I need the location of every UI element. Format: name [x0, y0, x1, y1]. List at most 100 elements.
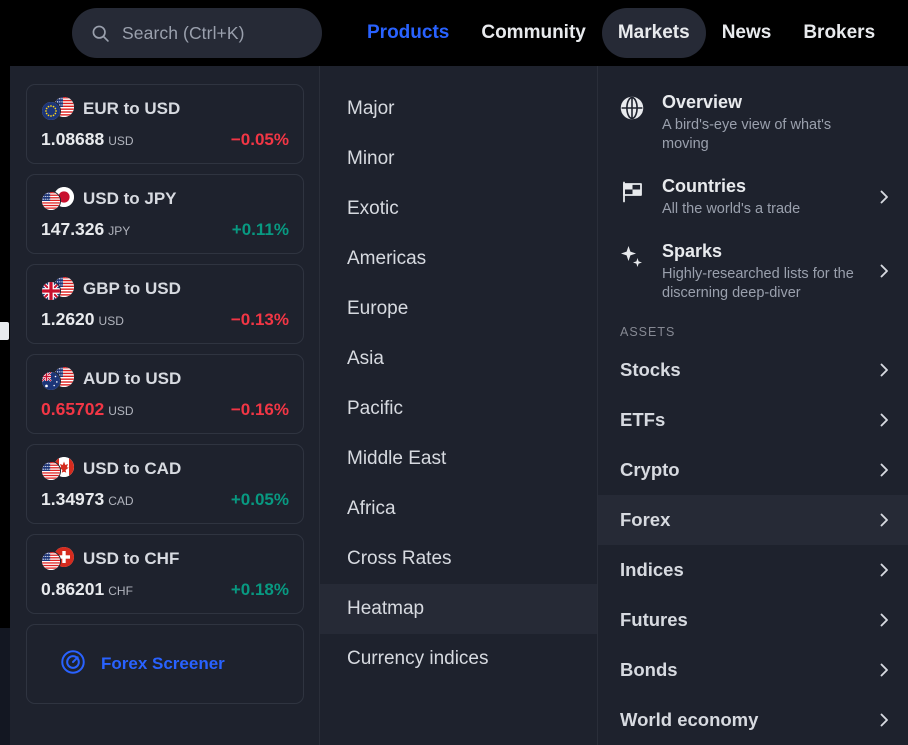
search-icon	[90, 23, 111, 44]
feature-subtitle: A bird's-eye view of what's moving	[662, 117, 832, 152]
quote-change-percent: +0.05%	[230, 490, 289, 509]
forex-screener-button[interactable]: Forex Screener	[26, 624, 304, 704]
top-navigation-bar: Search (Ctrl+K) Products Community Markets…	[0, 0, 908, 66]
assets-column: Overview A bird's-eye view of what's movi…	[598, 66, 908, 745]
asset-item-futures[interactable]: Futures	[598, 595, 908, 645]
nav-item-products[interactable]: Products	[351, 8, 465, 58]
feature-item-sparks[interactable]: Sparks Highly-researched lists for the di…	[598, 229, 908, 313]
nav-item-brokers[interactable]: Brokers	[787, 8, 891, 58]
quote-price: 1.2620	[41, 309, 95, 329]
forex-screener-label: Forex Screener	[101, 654, 225, 673]
flag-icon-us	[41, 551, 61, 571]
category-item-africa[interactable]: Africa	[320, 484, 598, 534]
category-item-americas[interactable]: Americas	[320, 234, 598, 284]
quote-currency: JPY	[108, 224, 131, 238]
quote-card[interactable]: USD to CHF 0.86201 CHF +0.18%	[26, 534, 304, 614]
quote-values: 147.326 JPY +0.11%	[41, 219, 289, 243]
quote-price: 0.65702	[41, 399, 105, 419]
scrollbar-thumb[interactable]	[0, 322, 9, 340]
quote-pair-name: USD to JPY	[83, 189, 177, 208]
asset-item-world-economy[interactable]: World economy	[598, 695, 908, 745]
category-item-cross-rates[interactable]: Cross Rates	[320, 534, 598, 584]
category-item-currency-indices[interactable]: Currency indices	[320, 634, 598, 684]
currency-pair-flags	[41, 457, 74, 481]
quote-currency: CAD	[108, 494, 134, 508]
quote-pair-name: USD to CAD	[83, 459, 182, 478]
quote-values: 1.08688 USD −0.05%	[41, 129, 289, 153]
forex-categories-column: Major Minor Exotic Americas Europe Asia Pacifi…	[320, 66, 598, 745]
sparkle-icon	[618, 243, 646, 271]
quote-header: AUD to USD	[41, 367, 289, 391]
category-item-pacific[interactable]: Pacific	[320, 384, 598, 434]
quote-card[interactable]: USD to JPY 147.326 JPY +0.11%	[26, 174, 304, 254]
category-item-major[interactable]: Major	[320, 84, 598, 134]
target-icon	[59, 648, 87, 681]
category-label: Pacific	[347, 398, 403, 419]
currency-pair-flags	[41, 97, 74, 121]
nav-item-label: Brokers	[803, 22, 876, 43]
flag-icon	[618, 178, 646, 206]
quote-change-percent: −0.16%	[230, 400, 289, 419]
quote-pair-name: GBP to USD	[83, 279, 181, 298]
category-item-middle-east[interactable]: Middle East	[320, 434, 598, 484]
category-label: Major	[347, 98, 395, 119]
search-input[interactable]: Search (Ctrl+K)	[72, 8, 322, 58]
quote-card[interactable]: GBP to USD 1.2620 USD −0.13%	[26, 264, 304, 344]
quote-currency: USD	[108, 134, 134, 148]
nav-item-news[interactable]: News	[706, 8, 788, 58]
quote-card[interactable]: USD to CAD 1.34973 CAD +0.05%	[26, 444, 304, 524]
category-label: Currency indices	[347, 648, 489, 669]
feature-title: Countries	[662, 176, 747, 196]
flag-icon-us	[41, 461, 61, 481]
asset-item-etfs[interactable]: ETFs	[598, 395, 908, 445]
asset-item-stocks[interactable]: Stocks	[598, 345, 908, 395]
asset-item-forex[interactable]: Forex	[598, 495, 908, 545]
quote-currency: USD	[98, 314, 124, 328]
asset-label: World economy	[620, 709, 759, 730]
category-label: Minor	[347, 148, 395, 169]
asset-label: Stocks	[620, 359, 681, 380]
category-label: Heatmap	[347, 598, 425, 619]
feature-item-countries[interactable]: Countries All the world's a trade	[598, 164, 908, 229]
quote-card[interactable]: EUR to USD 1.08688 USD −0.05%	[26, 84, 304, 164]
asset-label: Indices	[620, 559, 684, 580]
feature-subtitle: All the world's a trade	[662, 201, 801, 217]
quote-price: 0.86201	[41, 579, 105, 599]
quote-change-percent: −0.05%	[230, 130, 289, 149]
quote-card[interactable]: AUD to USD 0.65702 USD −0.16%	[26, 354, 304, 434]
feature-item-overview[interactable]: Overview A bird's-eye view of what's movi…	[598, 80, 908, 164]
chevron-right-icon	[876, 562, 892, 578]
nav-item-markets[interactable]: Markets	[601, 8, 706, 58]
chevron-right-icon	[876, 462, 892, 478]
category-item-asia[interactable]: Asia	[320, 334, 598, 384]
asset-label: Bonds	[620, 659, 678, 680]
category-item-exotic[interactable]: Exotic	[320, 184, 598, 234]
quote-pair-name: AUD to USD	[83, 369, 182, 388]
currency-pair-flags	[41, 367, 74, 391]
feature-title: Overview	[662, 92, 743, 112]
category-label: Exotic	[347, 198, 399, 219]
chevron-right-icon	[876, 189, 892, 205]
chevron-right-icon	[876, 612, 892, 628]
asset-item-bonds[interactable]: Bonds	[598, 645, 908, 695]
asset-label: Forex	[620, 509, 671, 530]
feature-text: Overview A bird's-eye view of what's movi…	[662, 90, 888, 154]
asset-label: Futures	[620, 609, 688, 630]
nav-item-label: Products	[367, 22, 450, 43]
category-item-heatmap[interactable]: Heatmap	[320, 584, 598, 634]
category-item-europe[interactable]: Europe	[320, 284, 598, 334]
quote-values: 0.65702 USD −0.16%	[41, 399, 289, 423]
nav-item-label: News	[721, 22, 772, 43]
currency-pair-flags	[41, 547, 74, 571]
category-label: Africa	[347, 498, 396, 519]
flag-icon-us	[41, 191, 61, 211]
asset-item-indices[interactable]: Indices	[598, 545, 908, 595]
nav-item-community[interactable]: Community	[465, 8, 602, 58]
chevron-right-icon	[876, 662, 892, 678]
currency-pair-flags	[41, 277, 74, 301]
nav-item-label: Markets	[617, 22, 690, 43]
flag-icon-eu	[41, 101, 61, 121]
asset-item-crypto[interactable]: Crypto	[598, 445, 908, 495]
category-item-minor[interactable]: Minor	[320, 134, 598, 184]
main-nav: Products Community Markets News Brokers	[351, 8, 891, 58]
